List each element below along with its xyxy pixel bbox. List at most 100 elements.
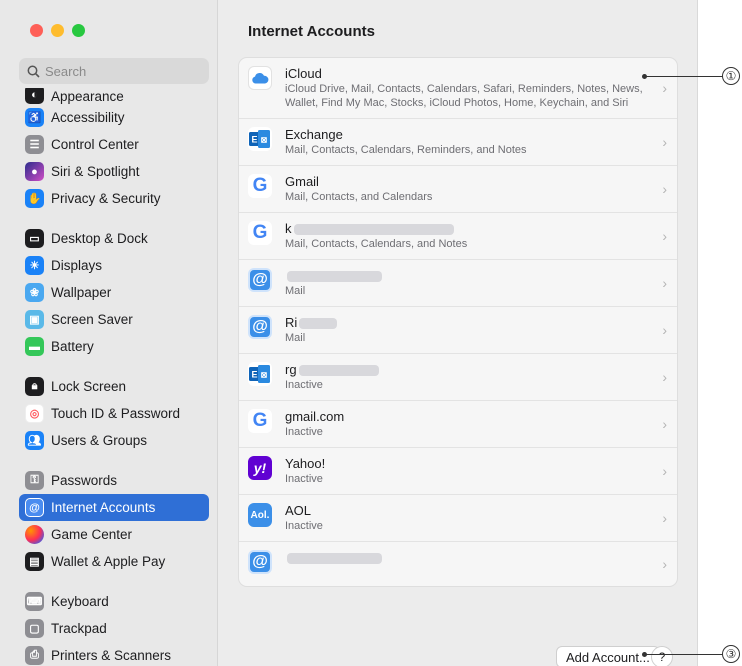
svg-text:⊠: ⊠ [261,136,268,145]
minimize-button[interactable] [51,24,64,37]
control-center-icon: ☰ [25,135,44,154]
callout-3-line [644,654,724,655]
account-name: k [285,221,292,236]
sidebar-item-label: Screen Saver [51,312,133,327]
sidebar-item-keyboard[interactable]: ⌨ Keyboard [19,588,209,615]
account-row-mail-2[interactable]: @ › [239,542,677,586]
chevron-right-icon: › [662,80,667,96]
sidebar-item-label: Game Center [51,527,133,542]
sidebar-item-screen-saver[interactable]: ▣ Screen Saver [19,306,209,333]
sidebar-item-appearance[interactable]: ◐ Appearance [19,88,209,104]
account-detail: Mail, Contacts, and Calendars [285,191,433,203]
settings-window: Search ◐ Appearance ♿ Accessibility ☰ Co… [0,0,698,666]
account-detail: Mail [285,285,306,297]
google-icon: G [248,409,272,433]
sun-icon: ☀ [25,256,44,275]
chevron-right-icon: › [662,556,667,572]
sidebar-item-label: Touch ID & Password [51,406,181,421]
account-name: iCloud [285,66,322,81]
chevron-right-icon: › [662,275,667,291]
redacted-text [293,224,454,236]
sidebar-item-touch-id[interactable]: ◎ Touch ID & Password [19,400,209,427]
hand-icon: ✋ [25,189,44,208]
zoom-button[interactable] [72,24,85,37]
accessibility-icon: ♿ [25,108,44,127]
sidebar-item-desktop-dock[interactable]: ▭ Desktop & Dock [19,225,209,252]
sidebar-item-label: Appearance [51,89,124,104]
sidebar-item-privacy-security[interactable]: ✋ Privacy & Security [19,185,209,212]
sidebar-item-users-groups[interactable]: 👥︎ Users & Groups [19,427,209,454]
help-button[interactable]: ? [651,646,673,666]
sidebar-item-passwords[interactable]: ⚿ Passwords [19,467,209,494]
account-detail: Mail, Contacts, Calendars, Reminders, an… [285,144,527,156]
sidebar-list: ◐ Appearance ♿ Accessibility ☰ Control C… [19,88,209,666]
account-row-google-k[interactable]: G k Mail, Contacts, Calendars, and Notes… [239,213,677,260]
at-icon: @ [248,268,272,292]
sidebar-item-wallet[interactable]: ▤ Wallet & Apple Pay [19,548,209,575]
account-detail: iCloud Drive, Mail, Contacts, Calendars,… [285,83,643,109]
chevron-right-icon: › [662,181,667,197]
redacted-text [287,271,382,283]
users-icon: 👥︎ [25,431,44,450]
chevron-right-icon: › [662,134,667,150]
account-name: Yahoo! [285,456,326,471]
sidebar-item-label: Control Center [51,137,139,152]
main-pane: Internet Accounts iCloud iCloud Drive, M… [219,0,697,666]
account-row-mail-ri[interactable]: @ Ri Mail › [239,307,677,354]
account-row-mail-1[interactable]: @ Mail › [239,260,677,307]
account-row-aol[interactable]: Aol. AOL Inactive › [239,495,677,542]
account-detail: Inactive [285,426,323,438]
account-detail: Mail, Contacts, Calendars, and Notes [285,238,468,250]
close-button[interactable] [30,24,43,37]
desktop-dock-icon: ▭ [25,229,44,248]
chevron-right-icon: › [662,322,667,338]
account-row-exchange[interactable]: E ⊠ Exchange Mail, Contacts, Calendars, R… [239,119,677,166]
wallet-icon: ▤ [25,552,44,571]
exchange-icon: E ⊠ [248,362,272,386]
sidebar-item-wallpaper[interactable]: ❀ Wallpaper [19,279,209,306]
account-row-yahoo[interactable]: y! Yahoo! Inactive › [239,448,677,495]
sidebar-item-accessibility[interactable]: ♿ Accessibility [19,104,209,131]
exchange-icon: E ⊠ [248,127,272,151]
yahoo-icon: y! [248,456,272,480]
account-row-gmail-com[interactable]: G gmail.com Inactive › [239,401,677,448]
sidebar-item-label: Displays [51,258,103,273]
sidebar-item-label: Keyboard [51,594,109,609]
search-field[interactable]: Search [19,58,209,84]
redacted-text [299,318,338,330]
sidebar-item-label: Trackpad [51,621,107,636]
sidebar-item-game-center[interactable]: Game Center [19,521,209,548]
page-title: Internet Accounts [248,23,375,40]
window-controls [30,24,85,37]
sidebar-item-printers[interactable]: ⎙ Printers & Scanners [19,642,209,666]
sidebar-item-siri-spotlight[interactable]: ● Siri & Spotlight [19,158,209,185]
sidebar-item-battery[interactable]: ▬ Battery [19,333,209,360]
sidebar: Search ◐ Appearance ♿ Accessibility ☰ Co… [0,0,218,666]
sidebar-item-label: Wallet & Apple Pay [51,554,166,569]
sidebar-item-trackpad[interactable]: ▢ Trackpad [19,615,209,642]
sidebar-item-label: Battery [51,339,94,354]
chevron-right-icon: › [662,416,667,432]
account-name: Exchange [285,127,343,142]
sidebar-item-internet-accounts[interactable]: @ Internet Accounts [19,494,209,521]
account-row-icloud[interactable]: iCloud iCloud Drive, Mail, Contacts, Cal… [239,58,677,119]
accounts-list: iCloud iCloud Drive, Mail, Contacts, Cal… [238,57,678,587]
svg-text:⊠: ⊠ [261,371,268,380]
account-row-gmail[interactable]: G Gmail Mail, Contacts, and Calendars › [239,166,677,213]
sidebar-item-label: Desktop & Dock [51,231,148,246]
account-detail: Inactive [285,520,323,532]
account-name: Gmail [285,174,319,189]
sidebar-item-label: Users & Groups [51,433,148,448]
account-name: AOL [285,503,312,518]
wallpaper-icon: ❀ [25,283,44,302]
sidebar-item-label: Lock Screen [51,379,127,394]
at-icon: @ [248,550,272,574]
svg-text:E: E [251,135,257,145]
search-placeholder: Search [45,63,87,79]
chevron-right-icon: › [662,463,667,479]
sidebar-item-displays[interactable]: ☀ Displays [19,252,209,279]
sidebar-item-control-center[interactable]: ☰ Control Center [19,131,209,158]
sidebar-item-lock-screen[interactable]: 🔒︎ Lock Screen [19,373,209,400]
sidebar-item-label: Privacy & Security [51,191,161,206]
account-row-exchange-rg[interactable]: E ⊠ rg Inactive › [239,354,677,401]
